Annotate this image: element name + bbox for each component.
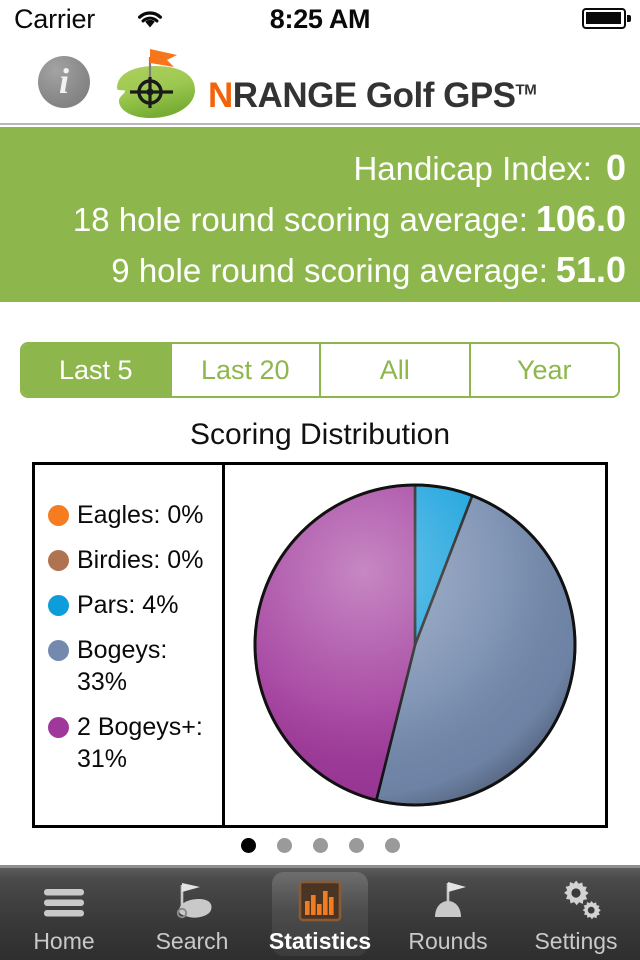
page-dot-2[interactable] <box>276 838 292 853</box>
tab-rounds[interactable]: Rounds <box>384 868 512 960</box>
pie-chart-area <box>225 465 605 825</box>
legend-label-eagles: Eagles: 0% <box>77 501 204 529</box>
avg9-value: 51.0 <box>555 249 626 290</box>
filter-tab-last-20[interactable]: Last 20 <box>171 344 321 396</box>
legend-swatch-bogeys <box>48 640 69 661</box>
summary-banner: Handicap Index: 0 18 hole round scoring … <box>0 127 640 302</box>
filter-tab-last-5[interactable]: Last 5 <box>22 344 172 396</box>
filter-tab-year[interactable]: Year <box>470 344 618 396</box>
legend-label-birdies: Birdies: 0% <box>77 546 204 574</box>
legend-swatch-eagles <box>48 505 69 526</box>
filter-tab-all[interactable]: All <box>321 344 471 396</box>
tab-label-statistics: Statistics <box>268 928 372 954</box>
chart-legend: Eagles: 0% Birdies: 0% Pars: 4% Bogeys: … <box>35 465 225 825</box>
chart-title: Scoring Distribution <box>189 418 451 451</box>
legend-item-bogeys: Bogeys: 33% <box>45 634 222 698</box>
legend-swatch-pars <box>48 595 69 616</box>
tab-home[interactable]: Home <box>0 868 128 960</box>
legend-swatch-2-bogeys-plus <box>48 717 69 738</box>
brand-initial: N <box>208 76 233 115</box>
page-dot-5[interactable] <box>384 838 400 853</box>
gears-icon <box>564 880 601 920</box>
legend-swatch-birdies <box>48 550 69 571</box>
hamburger-menu-icon <box>44 889 84 917</box>
avg9-label: 9 hole round scoring average: <box>111 252 548 289</box>
legend-label-pars: Pars: 4% <box>77 591 179 619</box>
legend-item-2-bogeys-plus: 2 Bogeys+: 31% <box>45 711 222 775</box>
legend-label-2-bogeys-plus: 2 Bogeys+: 31% <box>77 713 203 773</box>
page-indicator[interactable] <box>0 838 640 853</box>
flag-on-mound-icon <box>435 882 466 917</box>
avg18-value: 106.0 <box>535 198 626 239</box>
app-header: i NRANGE Golf GPSTM <box>0 38 640 125</box>
status-bar: Carrier 8:25 AM <box>0 0 640 38</box>
golf-flag-green-icon <box>176 883 212 919</box>
handicap-value: 0 <box>605 147 626 188</box>
scoring-distribution-chart: Eagles: 0% Birdies: 0% Pars: 4% Bogeys: … <box>32 462 608 828</box>
bar-chart-icon <box>298 880 342 922</box>
trademark-symbol: TM <box>515 81 537 99</box>
pie-chart <box>253 483 577 807</box>
page-dot-4[interactable] <box>348 838 364 853</box>
brand-name: RANGE Golf GPS <box>232 76 516 115</box>
info-button[interactable]: i <box>38 56 90 108</box>
tab-label-rounds: Rounds <box>408 928 488 954</box>
app-root: Carrier 8:25 AM i NRANGE Golf GPSTM Hand… <box>0 0 640 960</box>
bottom-tab-bar: Home Search Statistics Rounds Settings <box>0 865 640 960</box>
tab-label-settings: Settings <box>534 928 618 954</box>
range-filter-segmented-control[interactable]: Last 5 Last 20 All Year <box>20 342 620 398</box>
battery-full-icon <box>582 8 631 29</box>
handicap-row: Handicap Index: 0 <box>0 147 626 189</box>
avg18-label: 18 hole round scoring average: <box>72 201 528 238</box>
tab-search[interactable]: Search <box>128 868 256 960</box>
brand-wordmark: NRANGE Golf GPSTM <box>208 76 537 116</box>
legend-item-eagles: Eagles: 0% <box>45 499 222 531</box>
page-dot-3[interactable] <box>312 838 328 853</box>
avg9-row: 9 hole round scoring average: 51.0 <box>0 249 626 291</box>
clock-label: 8:25 AM <box>269 4 371 34</box>
avg18-row: 18 hole round scoring average: 106.0 <box>0 198 626 240</box>
handicap-label: Handicap Index: <box>353 150 592 187</box>
legend-item-pars: Pars: 4% <box>45 589 222 621</box>
tab-label-search: Search <box>155 928 229 954</box>
golf-green-flag-target-icon <box>117 49 195 118</box>
info-button-label: i <box>58 61 69 101</box>
tab-label-home: Home <box>33 928 95 954</box>
page-dot-1[interactable] <box>240 838 256 853</box>
tab-settings[interactable]: Settings <box>512 868 640 960</box>
legend-item-birdies: Birdies: 0% <box>45 544 222 576</box>
tab-statistics[interactable]: Statistics <box>256 868 384 960</box>
legend-label-bogeys: Bogeys: 33% <box>77 636 168 696</box>
